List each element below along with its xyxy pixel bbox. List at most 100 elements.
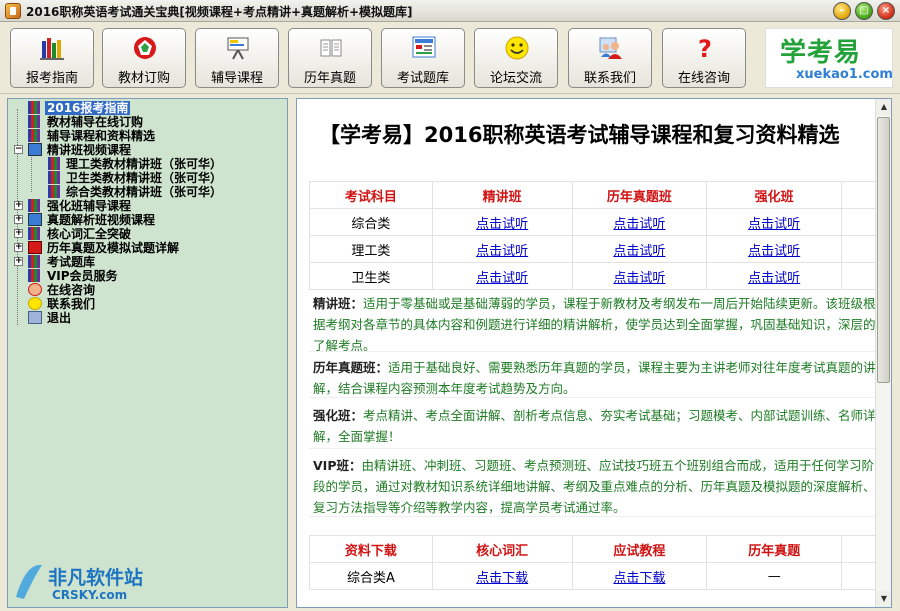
contact-button[interactable]: 联系我们 xyxy=(568,28,652,88)
window-title: 2016职称英语考试通关宝典[视频课程+考点精讲+真题解析+模拟题库] xyxy=(26,5,413,19)
tree-item-label: 卫生类教材精讲班（张可华） xyxy=(66,171,223,185)
exit-icon xyxy=(28,311,42,324)
watermark-en: CRSKY.com xyxy=(52,588,128,602)
expand-icon[interactable]: + xyxy=(14,201,23,210)
books-icon xyxy=(39,35,67,61)
tree-item-label: VIP会员服务 xyxy=(47,269,118,283)
question-bank-icon xyxy=(410,35,438,61)
content-panel: 【学考易】2016职称英语考试辅导课程和复习资料精选 考试科目 精讲班 历年真题… xyxy=(296,98,892,608)
description-intensive: 强化班：考点精讲、考点全面讲解、剖析考点信息、夯实考试基础；习题模考、内部试题训… xyxy=(309,403,879,449)
maximize-button[interactable]: □ xyxy=(855,2,873,20)
books-icon xyxy=(48,157,62,170)
smiley-icon xyxy=(503,35,531,61)
past-papers-button[interactable]: 历年真题 xyxy=(288,28,372,88)
title-bar: 2016职称英语考试通关宝典[视频课程+考点精讲+真题解析+模拟题库] – □ … xyxy=(0,0,900,22)
books-icon xyxy=(48,185,62,198)
scroll-thumb[interactable] xyxy=(877,117,890,383)
people-icon xyxy=(597,35,625,61)
table-cell: 点击试听 xyxy=(706,208,843,236)
logo-text: 学考易 xyxy=(780,38,862,68)
contact-button-label: 联系我们 xyxy=(583,71,636,86)
listen-link[interactable]: 点击试听 xyxy=(748,217,800,232)
close-button[interactable]: × xyxy=(877,2,895,20)
download-link[interactable]: 点击下载 xyxy=(476,571,528,586)
listen-link[interactable]: 点击试听 xyxy=(748,271,800,286)
close-icon: × xyxy=(881,5,891,16)
online-consult-button[interactable]: ? 在线咨询 xyxy=(662,28,746,88)
description-text: 由精讲班、冲刺班、习题班、考点预测班、应试技巧班五个班别组合而成，适用于任何学习… xyxy=(313,458,876,515)
video-icon xyxy=(28,213,42,226)
tree-item-label: 退出 xyxy=(47,311,72,325)
course-table: 考试科目 精讲班 历年真题班 强化班 综合类 点击试听 点击试听 点击试听 理工… xyxy=(309,181,879,290)
download-link[interactable]: 点击下载 xyxy=(613,571,665,586)
course-button-label: 辅导课程 xyxy=(210,71,263,86)
books-icon xyxy=(28,129,42,142)
table-header xyxy=(841,535,879,563)
table-cell: — xyxy=(706,562,843,590)
table-header: 应试教程 xyxy=(571,535,708,563)
table-cell: 综合类 xyxy=(309,208,433,236)
table-header: 历年真题 xyxy=(706,535,843,563)
table-cell: 点击试听 xyxy=(571,235,708,263)
textbook-order-button-label: 教材订购 xyxy=(117,71,170,86)
target-icon xyxy=(131,35,159,61)
textbook-order-button[interactable]: 教材订购 xyxy=(102,28,186,88)
listen-link[interactable]: 点击试听 xyxy=(613,244,665,259)
table-header: 强化班 xyxy=(706,181,843,209)
table-cell: 点击试听 xyxy=(706,235,843,263)
books-icon xyxy=(28,269,42,282)
table-header: 精讲班 xyxy=(431,181,573,209)
scroll-up-icon[interactable]: ▲ xyxy=(876,99,891,115)
scroll-down-icon[interactable]: ▼ xyxy=(876,591,891,607)
guide-button-label: 报考指南 xyxy=(25,71,78,86)
tree-item-label: 强化班辅导课程 xyxy=(47,199,132,213)
description-title: 历年真题班： xyxy=(313,360,389,375)
listen-link[interactable]: 点击试听 xyxy=(748,244,800,259)
listen-link[interactable]: 点击试听 xyxy=(613,217,665,232)
tree-item-label: 真题解析班视频课程 xyxy=(47,213,156,227)
listen-link[interactable]: 点击试听 xyxy=(476,217,528,232)
minimize-button[interactable]: – xyxy=(833,2,851,20)
table-cell xyxy=(841,235,879,263)
person-icon xyxy=(28,283,42,296)
listen-link[interactable]: 点击试听 xyxy=(476,271,528,286)
listen-link[interactable]: 点击试听 xyxy=(613,271,665,286)
app-icon xyxy=(5,3,21,19)
books-icon xyxy=(28,227,42,240)
document-icon xyxy=(317,35,345,61)
expand-icon[interactable]: + xyxy=(14,229,23,238)
forum-button[interactable]: 论坛交流 xyxy=(474,28,558,88)
table-cell: 理工类 xyxy=(309,235,433,263)
projector-icon xyxy=(224,35,252,61)
question-bank-button[interactable]: 考试题库 xyxy=(381,28,465,88)
table-header: 资料下载 xyxy=(309,535,433,563)
question-bank-button-label: 考试题库 xyxy=(396,71,449,86)
books-icon xyxy=(28,199,42,212)
table-header-row: 考试科目 精讲班 历年真题班 强化班 xyxy=(309,181,879,209)
table-cell xyxy=(841,562,879,590)
table-cell: 综合类A xyxy=(309,562,433,590)
tree-item-label: 在线咨询 xyxy=(47,283,96,297)
table-header: 考试科目 xyxy=(309,181,433,209)
expand-icon[interactable]: + xyxy=(14,215,23,224)
tree-item-label: 教材辅导在线订购 xyxy=(47,115,144,129)
expand-icon[interactable]: + xyxy=(14,243,23,252)
watermark-logo-icon xyxy=(16,564,42,599)
course-button[interactable]: 辅导课程 xyxy=(195,28,279,88)
table-header: 历年真题班 xyxy=(571,181,708,209)
watermark-cn: 非凡软件站 xyxy=(48,567,144,589)
table-cell: 卫生类 xyxy=(309,262,433,290)
table-cell: 点击下载 xyxy=(571,562,708,590)
books-icon xyxy=(48,171,62,184)
description-text: 适用于零基础或是基础薄弱的学员，课程于新教材及考纲发布一周后开始陆续更新。该班级… xyxy=(313,296,876,352)
table-row: 综合类 点击试听 点击试听 点击试听 xyxy=(309,208,879,236)
table-cell: 点击下载 xyxy=(431,562,573,590)
table-header xyxy=(841,181,879,209)
vertical-scrollbar[interactable]: ▲ ▼ xyxy=(875,99,891,607)
tree-item-label: 辅导课程和资料精选 xyxy=(47,129,156,143)
collapse-icon[interactable]: − xyxy=(14,145,23,154)
expand-icon[interactable]: + xyxy=(14,257,23,266)
listen-link[interactable]: 点击试听 xyxy=(476,244,528,259)
guide-button[interactable]: 报考指南 xyxy=(10,28,94,88)
description-past-papers: 历年真题班：适用于基础良好、需要熟悉历年真题的学员，课程主要为主讲老师对往年度考… xyxy=(309,355,879,398)
